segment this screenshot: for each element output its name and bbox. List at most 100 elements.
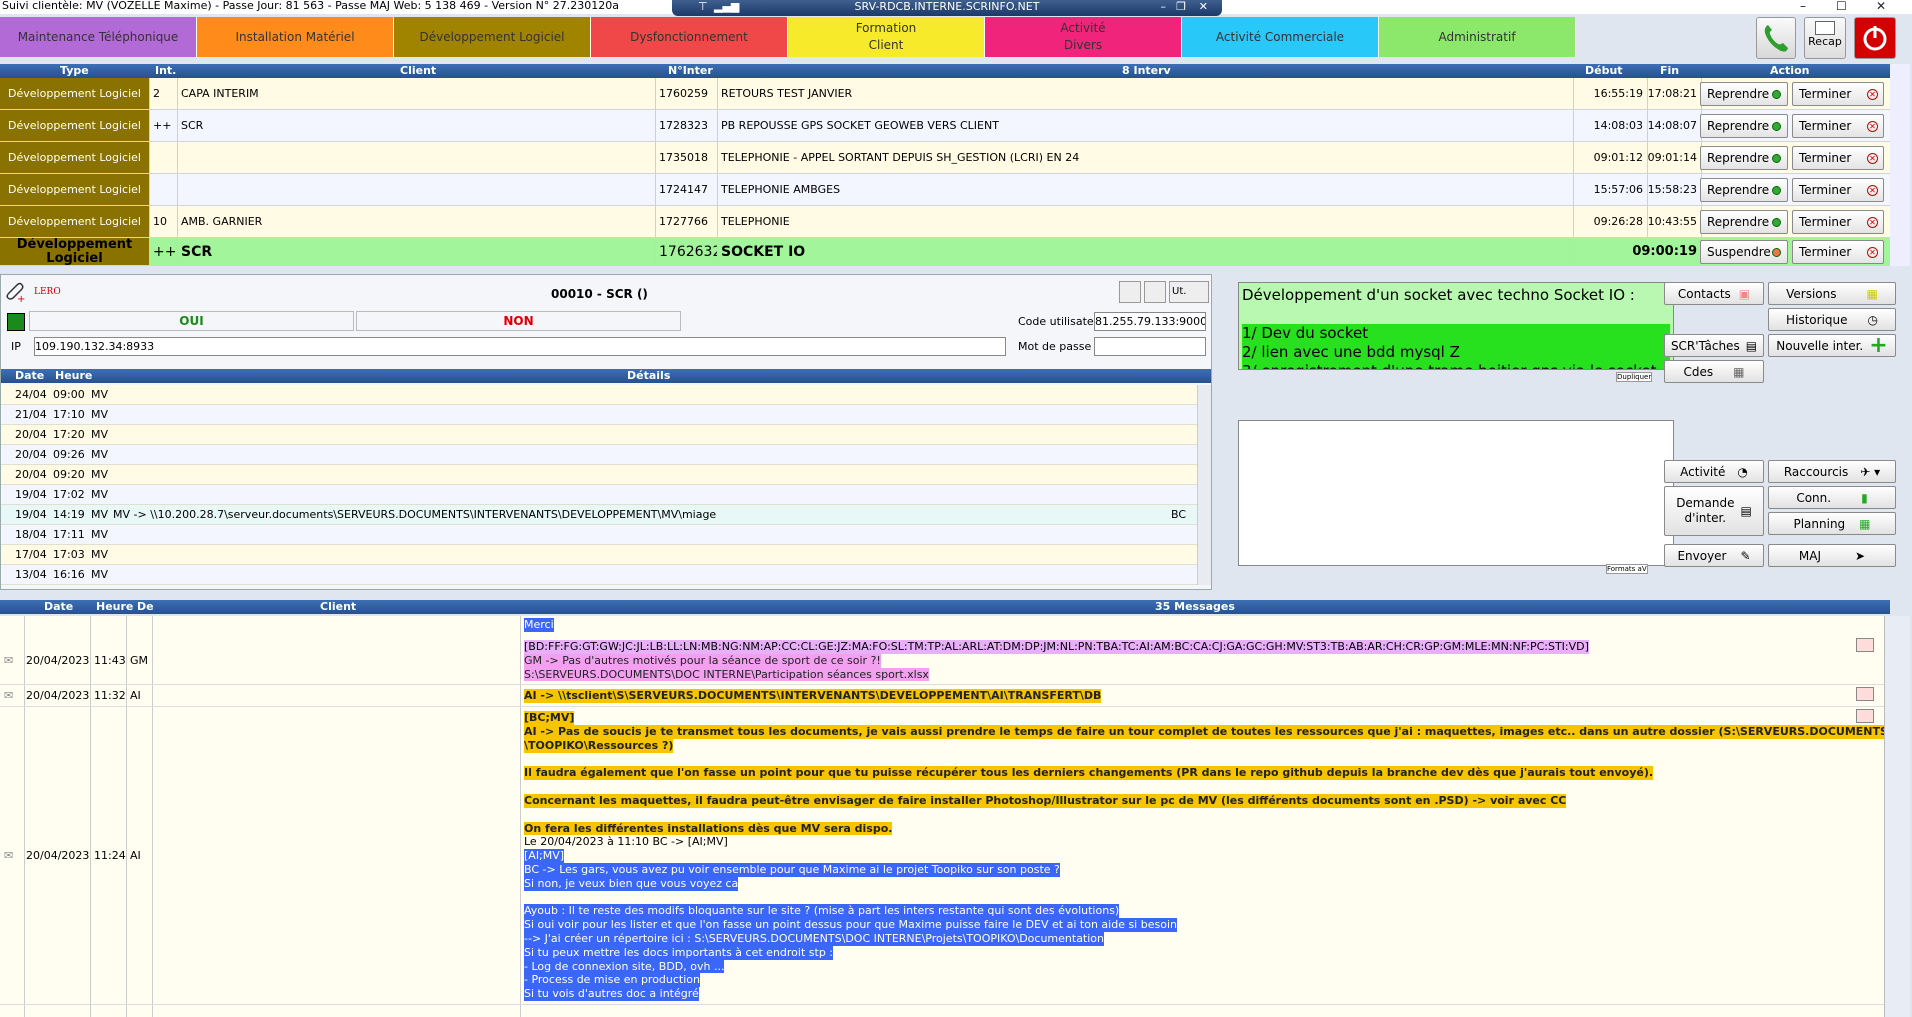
msg-col-date[interactable]: Date xyxy=(44,600,73,614)
message-row[interactable]: ✉ 20/04/2023 11:24 AI [BC;MV] AI -> Pas de so… xyxy=(0,707,1890,1005)
rdp-restore-icon[interactable]: ❐ xyxy=(1176,0,1186,14)
col-type[interactable]: Type xyxy=(60,64,89,78)
envoyer-button[interactable]: Envoyer ✎ xyxy=(1664,544,1764,567)
table-row[interactable]: Développement Logiciel 2 CAPA INTERIM 17602… xyxy=(0,78,1890,110)
demande-inter-button[interactable]: Demande d'inter. ▤ xyxy=(1664,486,1764,536)
cdes-button[interactable]: Cdes ▦ xyxy=(1664,360,1764,383)
mot-de-passe-field[interactable] xyxy=(1094,337,1206,356)
hist-col-date[interactable]: Date xyxy=(15,369,44,383)
table-row[interactable]: Développement Logiciel 1724147 TELEPHONIE … xyxy=(0,174,1890,206)
cdes-label: Cdes xyxy=(1683,364,1714,379)
history-scrollbar[interactable] xyxy=(1197,385,1211,585)
message-action-icon[interactable] xyxy=(1856,709,1874,724)
historique-button[interactable]: Historique ◷ xyxy=(1768,308,1896,331)
power-button[interactable] xyxy=(1854,17,1896,59)
ut-button[interactable]: Ut. xyxy=(1169,281,1209,303)
category-button-7[interactable]: Administratif xyxy=(1379,17,1576,57)
planning-button[interactable]: Planning ▦ xyxy=(1768,512,1896,535)
close-icon[interactable]: ✕ xyxy=(1876,0,1886,14)
message-action-icon[interactable] xyxy=(1856,638,1874,652)
message-line: - Log de connexion site, BDD, ovh ... xyxy=(524,959,725,974)
messages-scrollbar[interactable] xyxy=(1884,616,1910,1017)
versions-button[interactable]: Versions ▦ xyxy=(1768,282,1896,305)
formats-button[interactable]: Formats aV xyxy=(1606,564,1648,574)
col-client[interactable]: Client xyxy=(400,64,436,78)
interv-row-active[interactable]: Développement Logiciel ++ SCR 1762632 SOCKET… xyxy=(0,238,1890,266)
history-row[interactable]: 24/04 09:00 MV xyxy=(1,385,1197,405)
message-row[interactable]: ✉ 20/04/2023 11:32 AI AI -> \\tsclient\S\SER… xyxy=(0,685,1884,708)
category-button-4[interactable]: Formation Client xyxy=(788,17,985,57)
category-button-5[interactable]: Activité Divers xyxy=(985,17,1182,57)
category-button-3[interactable]: Dysfonctionnement xyxy=(591,17,788,57)
dupliquer-button[interactable]: Dupliquer xyxy=(1616,372,1653,382)
paperclip-icon[interactable]: + xyxy=(3,279,27,303)
col-interv[interactable]: 8 Interv xyxy=(1122,64,1171,78)
terminer-button[interactable]: Terminer ✕ xyxy=(1792,114,1884,138)
message-row[interactable]: ✉ 20/04/2023 11:43 GM [BD:FF:FG:GT:GW:JC:JL:… xyxy=(0,636,1884,686)
reprendre-button[interactable]: Reprendre xyxy=(1700,82,1788,106)
raccourcis-button[interactable]: Raccourcis ✈ ▾ xyxy=(1768,460,1896,483)
reprendre-button[interactable]: Reprendre xyxy=(1700,146,1788,170)
pin-icon[interactable]: ⊤ xyxy=(698,0,708,14)
category-button-2[interactable]: Développement Logiciel xyxy=(394,17,591,57)
reprendre-button[interactable]: Reprendre xyxy=(1700,178,1788,202)
table-row[interactable]: Développement Logiciel ++ SCR 1728323 PB REP… xyxy=(0,110,1890,142)
contact-icon[interactable] xyxy=(1119,281,1141,303)
reprendre-button[interactable]: Reprendre xyxy=(1700,210,1788,234)
maj-button[interactable]: MAJ ➤ xyxy=(1768,544,1896,567)
terminer-button[interactable]: Terminer ✕ xyxy=(1792,146,1884,170)
reprendre-button[interactable]: Reprendre xyxy=(1700,114,1788,138)
maximize-icon[interactable]: ☐ xyxy=(1836,0,1847,14)
message-action-icon[interactable] xyxy=(1856,687,1874,702)
phone-button[interactable] xyxy=(1756,17,1796,59)
interv-scrollbar[interactable] xyxy=(1890,64,1910,266)
suspendre-button[interactable]: Suspendre xyxy=(1700,240,1788,264)
msg-col-client[interactable]: Client xyxy=(320,600,356,614)
code-utilisateur-field[interactable] xyxy=(1094,312,1206,331)
msg-col-de[interactable]: De xyxy=(137,600,154,614)
oui-field[interactable]: OUI xyxy=(29,311,354,331)
terminer-button[interactable]: Terminer ✕ xyxy=(1792,240,1884,264)
rdp-connection-bar[interactable]: ⊤ ▂▄▆ SRV-RDCB.INTERNE.SCRINFO.NET – ❐ ✕ xyxy=(672,0,1222,16)
history-row[interactable]: 19/04 14:19 MV MV -> \\10.200.28.7\serveur.… xyxy=(1,505,1197,525)
category-button-6[interactable]: Activité Commerciale xyxy=(1182,17,1379,57)
col-fin[interactable]: Fin xyxy=(1660,64,1679,78)
activite-button[interactable]: Activité ◔ xyxy=(1664,460,1764,483)
nouvelle-inter-button[interactable]: Nouvelle inter. + xyxy=(1768,333,1896,358)
rdp-minimize-icon[interactable]: – xyxy=(1161,0,1167,14)
history-row[interactable]: 21/04 17:10 MV xyxy=(1,405,1197,425)
contacts-button[interactable]: Contacts ▣ xyxy=(1664,282,1764,305)
terminer-button[interactable]: Terminer ✕ xyxy=(1792,210,1884,234)
category-button-0[interactable]: Maintenance Téléphonique xyxy=(0,17,197,57)
history-row[interactable]: 20/04 09:26 MV xyxy=(1,445,1197,465)
col-ninter[interactable]: N°Inter xyxy=(668,64,713,78)
conn-button[interactable]: Conn. ▮ xyxy=(1768,486,1896,509)
col-int[interactable]: Int. xyxy=(155,64,176,78)
users-icon[interactable] xyxy=(1144,281,1166,303)
ip-field[interactable] xyxy=(34,337,1006,356)
notes-textarea[interactable]: Développement d'un socket avec techno So… xyxy=(1238,282,1674,370)
terminer-button[interactable]: Terminer ✕ xyxy=(1792,82,1884,106)
terminer-button[interactable]: Terminer ✕ xyxy=(1792,178,1884,202)
history-row[interactable]: 17/04 17:03 MV xyxy=(1,545,1197,565)
non-field[interactable]: NON xyxy=(356,311,681,331)
col-debut[interactable]: Début xyxy=(1585,64,1623,78)
msg-col-heure[interactable]: Heure xyxy=(96,600,133,614)
rdp-close-icon[interactable]: ✕ xyxy=(1199,0,1208,14)
scr-taches-button[interactable]: SCR'Tâches ▤ xyxy=(1664,334,1764,357)
hist-col-details[interactable]: Détails xyxy=(627,369,670,383)
table-row[interactable]: Développement Logiciel 1735018 TELEPHONIE … xyxy=(0,142,1890,174)
history-row[interactable]: 18/04 17:11 MV xyxy=(1,525,1197,545)
history-row[interactable]: 13/04 16:16 MV xyxy=(1,565,1197,585)
table-row[interactable]: Développement Logiciel 10 AMB. GARNIER 1727… xyxy=(0,206,1890,238)
recap-button[interactable]: Recap xyxy=(1804,17,1846,59)
hist-col-heure[interactable]: Heure xyxy=(55,369,92,383)
minimize-icon[interactable]: – xyxy=(1800,0,1806,14)
history-row[interactable]: 19/04 17:02 MV xyxy=(1,485,1197,505)
col-action[interactable]: Action xyxy=(1770,64,1809,78)
history-row[interactable]: 20/04 09:20 MV xyxy=(1,465,1197,485)
notes-textarea-2[interactable] xyxy=(1238,420,1674,566)
category-button-1[interactable]: Installation Matériel xyxy=(197,17,394,57)
message-first[interactable]: Merci xyxy=(524,618,554,632)
history-row[interactable]: 20/04 17:20 MV xyxy=(1,425,1197,445)
